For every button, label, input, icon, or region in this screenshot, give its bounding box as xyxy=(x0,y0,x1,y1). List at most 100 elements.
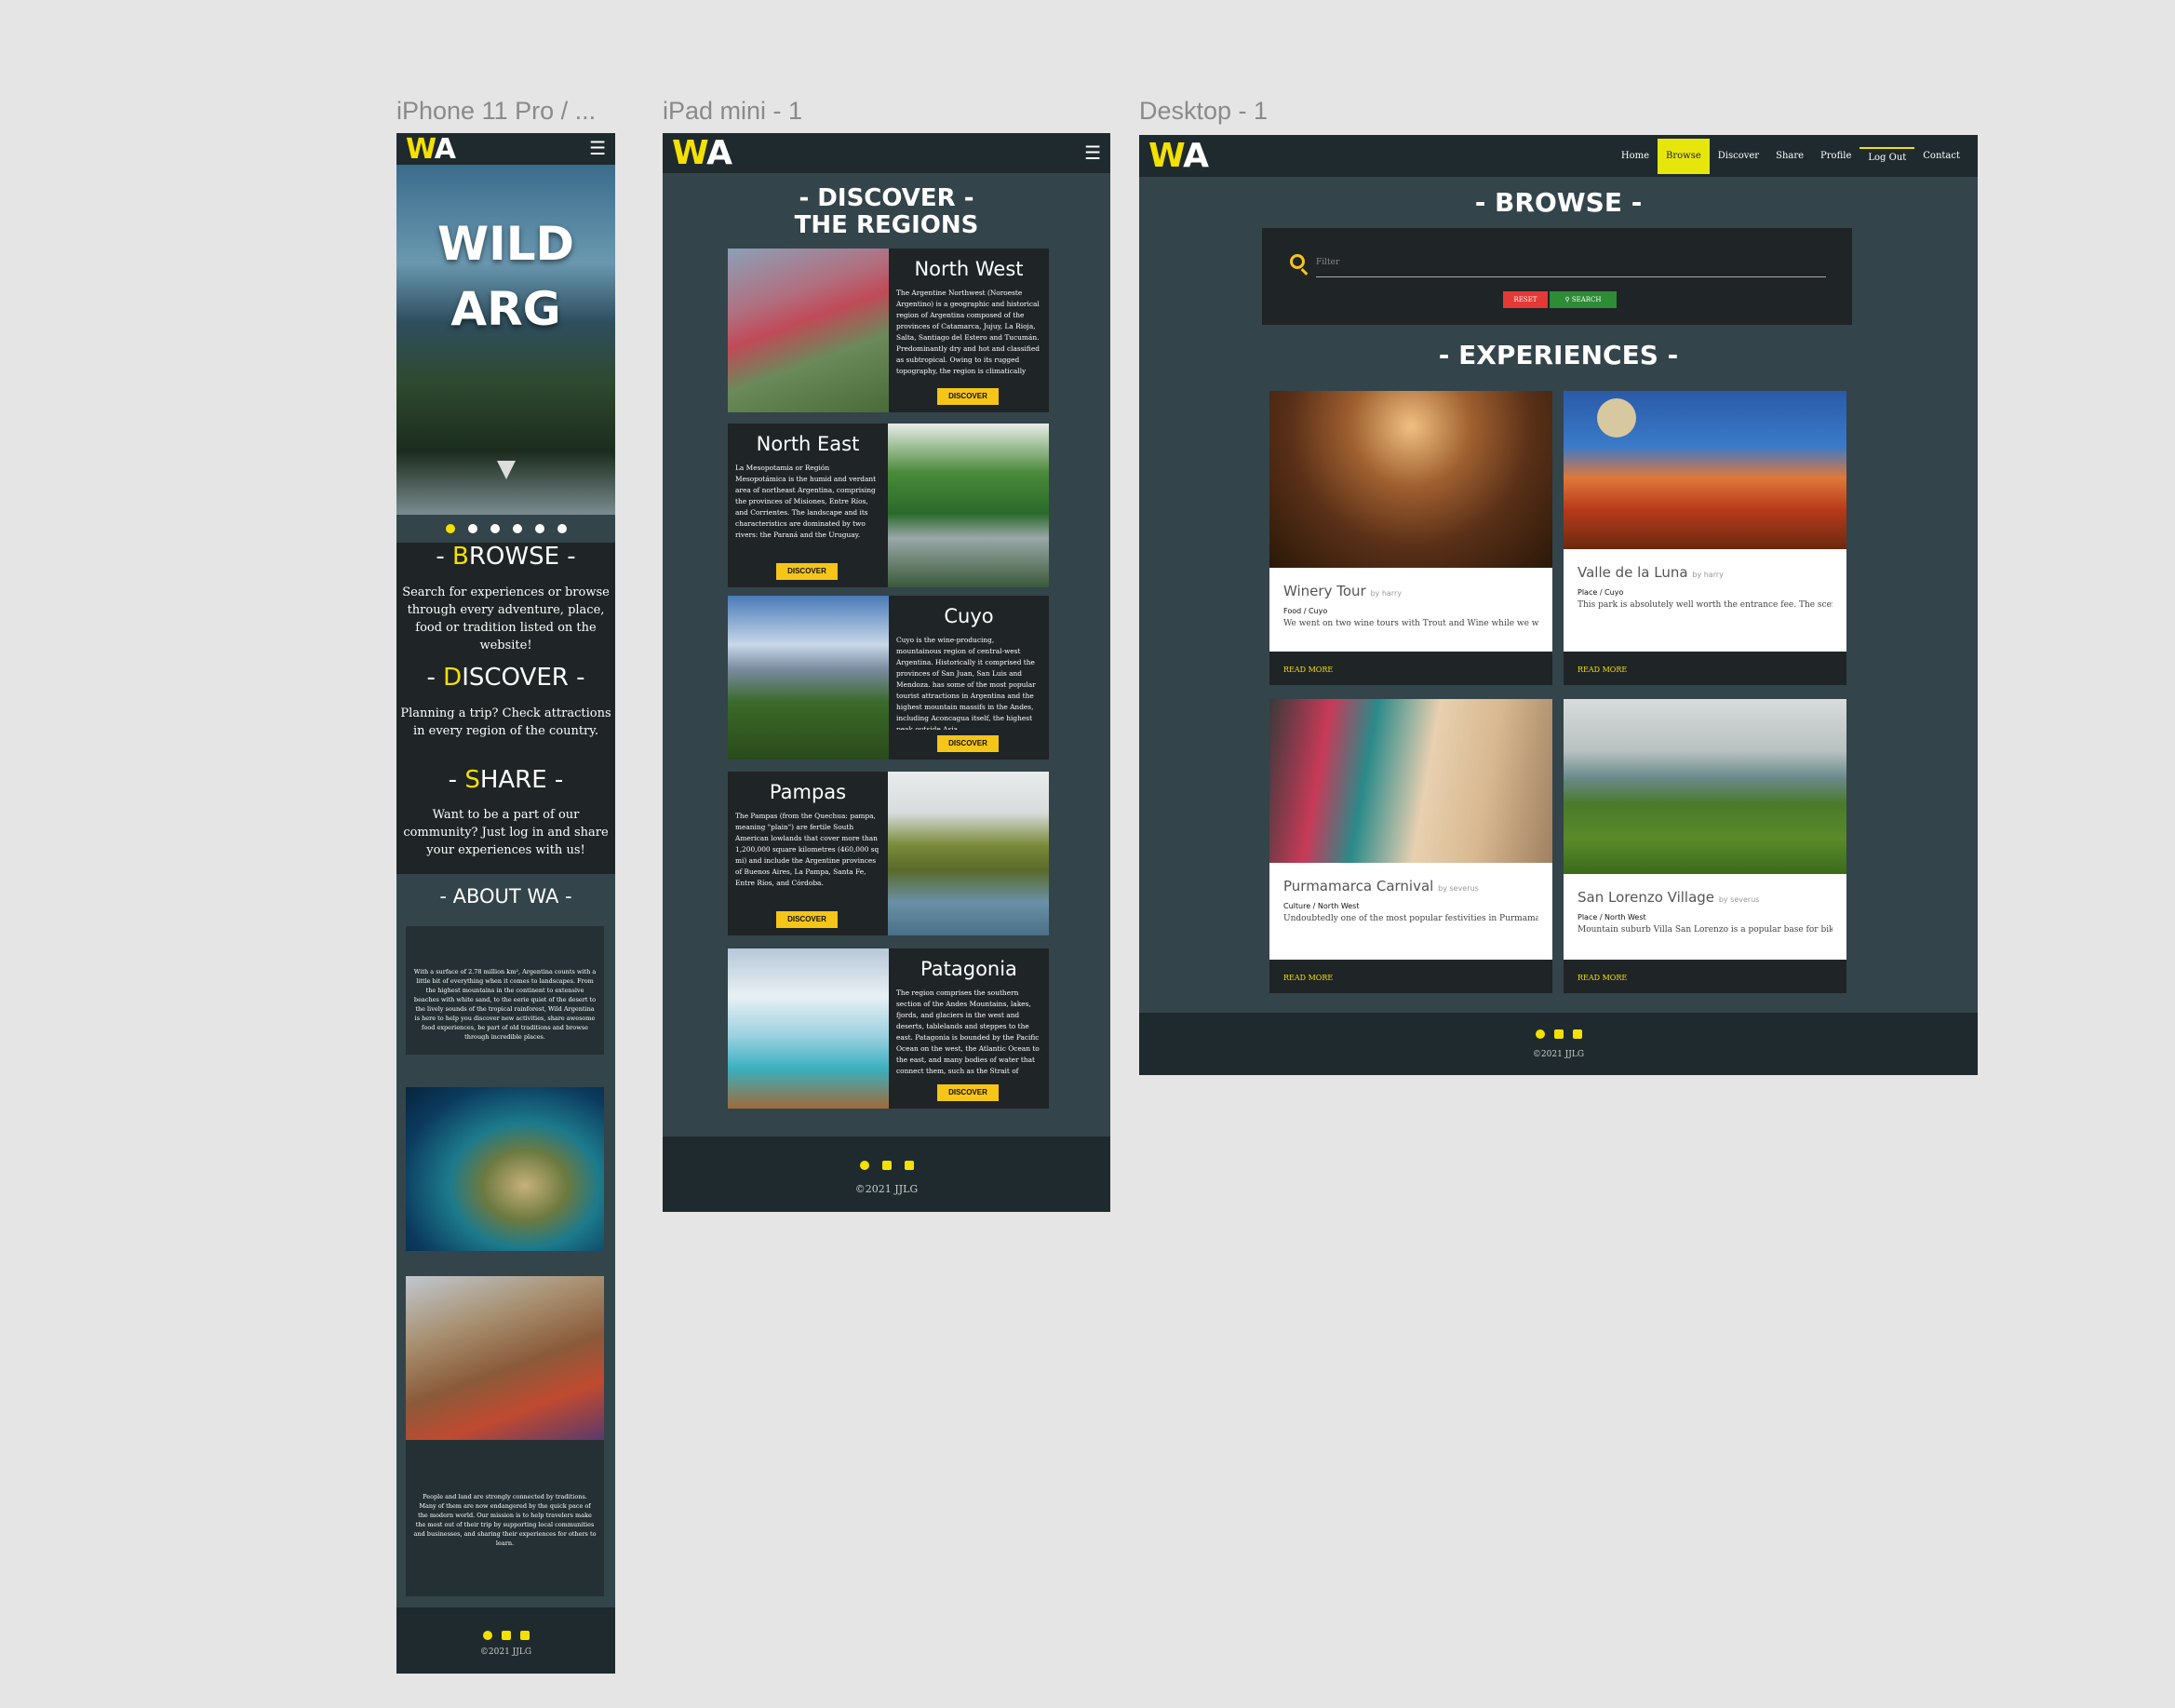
browse-text: Search for experiences or browse through… xyxy=(402,585,610,652)
instagram-icon[interactable] xyxy=(904,1161,914,1170)
desktop-footer: ©2021 JJLG xyxy=(1139,1013,1978,1075)
region-card: Cuyo Cuyo is the wine-producing, mountai… xyxy=(728,596,1049,760)
experience-card-body: Valle de la Luna by harry Place / Cuyo T… xyxy=(1564,549,1846,652)
carousel-dots xyxy=(396,515,615,543)
regions-title-line2: THE REGIONS xyxy=(794,211,979,239)
desktop-frame-label: Desktop - 1 xyxy=(1139,97,1269,125)
hero-title-line1: WILD xyxy=(436,217,575,271)
reset-button[interactable]: RESET xyxy=(1503,291,1548,308)
search-button-label: SEARCH xyxy=(1571,296,1602,303)
read-more-link[interactable]: READ MORE xyxy=(1283,974,1333,982)
carousel-dot[interactable] xyxy=(445,524,455,533)
instagram-icon[interactable] xyxy=(1572,1029,1582,1039)
experience-title: Valle de la Luna by harry xyxy=(1578,564,1724,581)
logo[interactable]: WA xyxy=(406,133,456,166)
logo[interactable]: WA xyxy=(672,134,732,172)
discover-button[interactable]: DISCOVER xyxy=(776,563,838,580)
facebook-icon[interactable] xyxy=(859,1161,869,1170)
region-name: Cuyo xyxy=(944,605,994,627)
discover-button[interactable]: DISCOVER xyxy=(937,388,999,405)
intro-section: - BROWSE - Search for experiences or bro… xyxy=(396,543,615,874)
filter-input-underline xyxy=(1316,276,1826,277)
hamburger-menu-icon[interactable]: ☰ xyxy=(1084,144,1101,163)
experience-description: This park is absolutely well worth the e… xyxy=(1578,600,1833,610)
social-links xyxy=(396,1631,615,1640)
about-text: With a surface of 2.78 million km², Arge… xyxy=(413,968,597,1041)
nav-share[interactable]: Share xyxy=(1767,139,1812,174)
discover-button[interactable]: DISCOVER xyxy=(937,1084,999,1101)
scroll-down-icon[interactable] xyxy=(497,461,516,479)
carousel-dot[interactable] xyxy=(534,524,544,533)
region-image xyxy=(888,424,1049,587)
facebook-icon[interactable] xyxy=(1535,1029,1545,1039)
carousel-dot[interactable] xyxy=(467,524,477,533)
nav-logout[interactable]: Log Out xyxy=(1859,146,1915,166)
region-panel: Patagonia The region comprises the south… xyxy=(889,948,1049,1109)
linkedin-icon[interactable] xyxy=(501,1631,511,1640)
read-more-link[interactable]: READ MORE xyxy=(1578,974,1627,982)
copyright: ©2021 JJLG xyxy=(479,1647,532,1657)
filter-input[interactable]: Filter xyxy=(1316,258,1339,267)
experience-card[interactable]: San Lorenzo Village by severus Place / N… xyxy=(1564,699,1846,993)
regions-title: - DISCOVER - THE REGIONS xyxy=(663,185,1110,239)
region-image xyxy=(728,249,889,412)
nav-discover[interactable]: Discover xyxy=(1710,139,1767,174)
hamburger-menu-icon[interactable]: ☰ xyxy=(589,140,606,158)
nav-browse[interactable]: Browse xyxy=(1658,138,1710,174)
region-card: North East La Mesopotamia or Región Meso… xyxy=(728,424,1049,587)
region-description: Cuyo is the wine-producing, mountainous … xyxy=(896,636,1036,730)
about-text-box: People and land are strongly connected b… xyxy=(406,1440,604,1596)
region-panel: North West The Argentine Northwest (Noro… xyxy=(889,249,1049,412)
experience-description: Mountain suburb Villa San Lorenzo is a p… xyxy=(1578,925,1833,935)
logo[interactable]: WA xyxy=(1148,137,1209,175)
read-more-link[interactable]: READ MORE xyxy=(1578,666,1627,674)
festival-image xyxy=(406,1276,604,1440)
instagram-icon[interactable] xyxy=(519,1631,530,1640)
discover-button[interactable]: DISCOVER xyxy=(937,735,999,752)
experience-description: Undoubtedly one of the most popular fest… xyxy=(1283,914,1538,923)
region-card: Pampas The Pampas (from the Quechua: pam… xyxy=(728,772,1049,935)
search-icon: ⚲ xyxy=(1564,296,1572,303)
nav-home[interactable]: Home xyxy=(1613,139,1658,174)
carousel-dot[interactable] xyxy=(512,524,522,533)
experience-category: Culture / North West xyxy=(1283,902,1360,910)
carousel-dot[interactable] xyxy=(557,524,567,533)
about-text: People and land are strongly connected b… xyxy=(413,1493,597,1547)
desktop-frame: WA Home Browse Discover Share Profile Lo… xyxy=(1139,135,1978,1075)
region-description: La Mesopotamia or Región Mesopotámica is… xyxy=(735,464,877,539)
linkedin-icon[interactable] xyxy=(881,1161,892,1170)
region-panel: Cuyo Cuyo is the wine-producing, mountai… xyxy=(889,596,1049,760)
experience-title: Winery Tour by harry xyxy=(1283,583,1402,599)
experience-category: Place / North West xyxy=(1578,913,1646,921)
experience-card[interactable]: Valle de la Luna by harry Place / Cuyo T… xyxy=(1564,391,1846,685)
browse-heading: - BROWSE - xyxy=(436,543,576,571)
linkedin-icon[interactable] xyxy=(1553,1029,1564,1039)
read-more-link[interactable]: READ MORE xyxy=(1283,666,1333,674)
region-image xyxy=(888,772,1049,935)
nav-contact[interactable]: Contact xyxy=(1914,139,1968,174)
experience-card[interactable]: Winery Tour by harry Food / Cuyo We went… xyxy=(1269,391,1552,685)
nav-profile[interactable]: Profile xyxy=(1812,139,1859,174)
copyright: ©2021 JJLG xyxy=(1532,1050,1585,1059)
experience-description: We went on two wine tours with Trout and… xyxy=(1283,619,1538,628)
search-button[interactable]: ⚲ SEARCH xyxy=(1550,291,1617,308)
region-description: The Argentine Northwest (Noroeste Argent… xyxy=(896,289,1040,375)
experience-card-body: San Lorenzo Village by severus Place / N… xyxy=(1564,874,1846,960)
argentina-satellite-image xyxy=(406,1087,604,1251)
experience-card[interactable]: Purmamarca Carnival by severus Culture /… xyxy=(1269,699,1552,993)
desktop-header: WA Home Browse Discover Share Profile Lo… xyxy=(1139,135,1978,177)
discover-text: Planning a trip? Check attractions in ev… xyxy=(400,706,611,738)
carousel-dot[interactable] xyxy=(490,524,500,533)
discover-heading: - DISCOVER - xyxy=(426,664,585,692)
share-text: Want to be a part of our community? Just… xyxy=(403,808,609,857)
filter-panel: Filter RESET ⚲ SEARCH xyxy=(1262,228,1852,325)
browse-title: - BROWSE - xyxy=(1474,187,1643,218)
region-name: Patagonia xyxy=(920,958,1017,980)
discover-button[interactable]: DISCOVER xyxy=(776,911,838,928)
facebook-icon[interactable] xyxy=(482,1631,492,1640)
region-image xyxy=(728,948,889,1109)
experience-card-body: Purmamarca Carnival by severus Culture /… xyxy=(1269,863,1552,960)
experience-title: Purmamarca Carnival by severus xyxy=(1283,878,1479,894)
copyright: ©2021 JJLG xyxy=(854,1183,919,1195)
regions-title-line1: - DISCOVER - xyxy=(799,184,974,212)
